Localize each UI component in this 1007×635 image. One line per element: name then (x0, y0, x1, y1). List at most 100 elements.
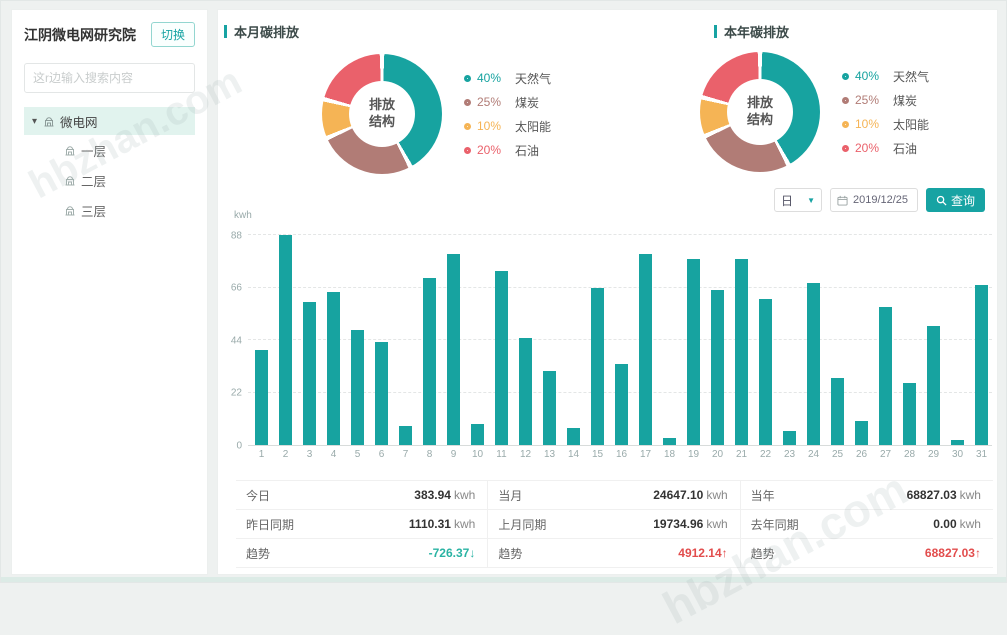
donut-center-label: 排放结构 (727, 79, 793, 145)
query-button[interactable]: 查询 (926, 188, 985, 212)
legend-percent: 25% (477, 95, 509, 109)
bar (903, 383, 916, 445)
x-axis-tick: 12 (516, 449, 536, 460)
query-controls: 日 ▼ 2019/12/25 查询 (774, 188, 985, 212)
main-panel: 本月碳排放 本年碳排放 排放结构 40%天然气25%煤炭10%太阳能20%石油 … (217, 9, 998, 575)
legend-label: 太阳能 (893, 116, 929, 133)
tree-search (24, 63, 195, 93)
sidebar-header: 江阴微电网研究院 切换 (24, 22, 195, 47)
tree-node-microgrid[interactable]: ▾ 微电网 (24, 107, 195, 135)
bar (687, 259, 700, 445)
summary-unit: kwh (706, 517, 727, 531)
legend-percent: 40% (855, 69, 887, 83)
x-axis-tick: 14 (564, 449, 584, 460)
summary-cell: 昨日同期1110.31kwh (236, 510, 488, 539)
y-axis-tick: 0 (236, 440, 242, 451)
section-title-month-label: 本月碳排放 (234, 22, 299, 41)
legend-label: 石油 (893, 140, 917, 157)
x-axis-tick: 25 (828, 449, 848, 460)
bar-chart: 0224466881234567891011121314151617181920… (248, 236, 992, 446)
x-axis-tick: 27 (876, 449, 896, 460)
legend-item: 10%太阳能 (464, 118, 551, 135)
summary-value: -726.37↓ (429, 546, 476, 560)
building-icon (64, 174, 76, 186)
legend-ring-icon (842, 97, 849, 104)
summary-label: 趋势 (498, 545, 522, 562)
legend-ring-icon (464, 147, 471, 154)
legend-item: 20%石油 (842, 140, 929, 157)
x-axis-tick: 23 (780, 449, 800, 460)
bar (375, 342, 388, 445)
tree-node-label: 三层 (81, 201, 106, 220)
date-value: 2019/12/25 (853, 194, 908, 206)
legend-percent: 25% (855, 93, 887, 107)
bar (543, 371, 556, 445)
bar (303, 302, 316, 445)
y-axis-tick: 66 (231, 283, 242, 294)
summary-cell: 趋势 4912.14↑ (488, 539, 740, 568)
gridline (248, 287, 992, 288)
legend-percent: 10% (477, 119, 509, 133)
bar (279, 235, 292, 445)
x-axis-tick: 22 (756, 449, 776, 460)
emission-donut-month: 排放结构 40%天然气25%煤炭10%太阳能20%石油 (322, 54, 551, 174)
y-axis-tick: 44 (231, 335, 242, 346)
tree-node-child[interactable]: 三层 (24, 195, 195, 225)
bar (447, 254, 460, 445)
bar (519, 338, 532, 445)
legend-percent: 40% (477, 71, 509, 85)
summary-unit: kwh (960, 488, 981, 502)
tree-node-child[interactable]: 二层 (24, 165, 195, 195)
bar (351, 330, 364, 445)
bar (711, 290, 724, 445)
x-axis-tick: 18 (660, 449, 680, 460)
bar (975, 285, 988, 445)
summary-value: 24647.10kwh (653, 488, 727, 502)
x-axis-tick: 2 (276, 449, 296, 460)
summary-label: 趋势 (246, 545, 270, 562)
bar (327, 292, 340, 445)
switch-button[interactable]: 切换 (151, 22, 195, 47)
legend-ring-icon (464, 75, 471, 82)
bar (471, 424, 484, 445)
bar (807, 283, 820, 445)
caret-down-icon[interactable]: ▾ (32, 116, 37, 127)
bottom-strip (1, 577, 1006, 582)
period-select[interactable]: 日 ▼ (774, 188, 822, 212)
legend-label: 煤炭 (515, 94, 539, 111)
x-axis-tick: 30 (948, 449, 968, 460)
y-axis-unit-label: kwh (234, 210, 252, 221)
section-title-year: 本年碳排放 (714, 22, 789, 41)
summary-cell: 去年同期0.00kwh (741, 510, 993, 539)
summary-value: 68827.03↑ (925, 546, 981, 560)
y-axis-tick: 88 (231, 230, 242, 241)
x-axis-tick: 5 (348, 449, 368, 460)
bar (255, 350, 268, 445)
search-input[interactable] (24, 63, 195, 93)
summary-cell: 当年68827.03kwh (741, 481, 993, 510)
bar (951, 440, 964, 445)
legend-label: 天然气 (515, 70, 551, 87)
tree-node-label: 一层 (81, 141, 106, 160)
x-axis-tick: 29 (924, 449, 944, 460)
x-axis-tick: 3 (300, 449, 320, 460)
summary-cell: 上月同期19734.96kwh (488, 510, 740, 539)
search-icon (936, 195, 947, 206)
bar (927, 326, 940, 445)
tree-node-child[interactable]: 一层 (24, 135, 195, 165)
bar (663, 438, 676, 445)
summary-unit: kwh (706, 488, 727, 502)
legend-percent: 10% (855, 117, 887, 131)
summary-unit: kwh (454, 488, 475, 502)
summary-value: 4912.14↑ (678, 546, 727, 560)
org-tree: ▾ 微电网 一层二层三层 (24, 107, 195, 225)
legend-ring-icon (842, 121, 849, 128)
date-picker[interactable]: 2019/12/25 (830, 188, 918, 212)
section-title-year-label: 本年碳排放 (724, 22, 789, 41)
emission-donut-year: 排放结构 40%天然气25%煤炭10%太阳能20%石油 (700, 52, 929, 172)
bar (831, 378, 844, 445)
summary-label: 当年 (751, 487, 775, 504)
x-axis-tick: 6 (372, 449, 392, 460)
org-title: 江阴微电网研究院 (24, 25, 136, 45)
legend-ring-icon (464, 99, 471, 106)
